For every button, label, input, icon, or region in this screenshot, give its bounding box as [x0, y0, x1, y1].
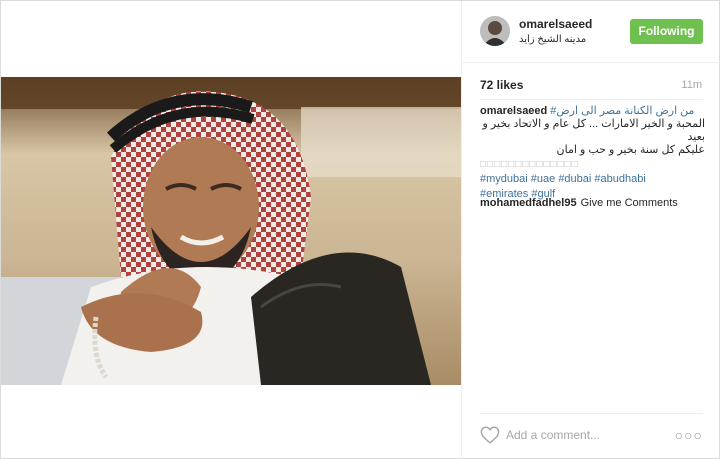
- avatar-image: [480, 16, 510, 46]
- hashtag[interactable]: #uae: [531, 173, 555, 185]
- hashtag[interactable]: #mydubai: [480, 173, 528, 185]
- caption: omarelsaeed من ارض الكنانة مصر الى ارض# ا…: [480, 105, 705, 201]
- caption-emoji-boxes: □□□□□□□□□□□□□□: [480, 159, 579, 170]
- comment: mohamedfadhel95 Give me Comments: [480, 197, 678, 209]
- divider: [480, 99, 703, 100]
- caption-line-1[interactable]: من ارض الكنانة مصر الى ارض#: [550, 105, 694, 117]
- avatar[interactable]: [480, 16, 510, 46]
- hashtags-line-1: #mydubai #uae #dubai #abudhabi: [480, 173, 705, 186]
- header-username[interactable]: omarelsaeed: [519, 17, 592, 31]
- photo-illustration: [1, 77, 461, 385]
- caption-line-2: المحبة و الخير الامارات ... كل عام و الا…: [482, 118, 705, 143]
- post-frame: omarelsaeed مدينه الشيخ زايد Following 7…: [0, 0, 720, 459]
- post-photo[interactable]: [1, 77, 461, 385]
- post-sidebar: omarelsaeed مدينه الشيخ زايد Following 7…: [461, 1, 720, 459]
- add-comment-input[interactable]: Add a comment...: [506, 428, 600, 442]
- caption-first-line: omarelsaeed من ارض الكنانة مصر الى ارض#: [480, 105, 705, 118]
- more-options-icon[interactable]: ○○○: [675, 427, 703, 443]
- following-button[interactable]: Following: [630, 19, 703, 44]
- caption-line-3: عليكم كل سنة بخير و حب و امان: [556, 144, 705, 156]
- post-header: omarelsaeed مدينه الشيخ زايد Following: [462, 1, 720, 63]
- comment-username[interactable]: mohamedfadhel95: [480, 197, 577, 209]
- hashtag[interactable]: #dubai: [558, 173, 591, 185]
- hashtag[interactable]: #abudhabi: [594, 173, 645, 185]
- timestamp[interactable]: 11m: [681, 79, 702, 91]
- post-footer: Add a comment... ○○○: [480, 413, 703, 457]
- caption-username[interactable]: omarelsaeed: [480, 105, 547, 117]
- comment-text: Give me Comments: [580, 197, 678, 209]
- location-link[interactable]: مدينه الشيخ زايد: [519, 34, 586, 45]
- likes-count[interactable]: 72 likes: [480, 78, 523, 92]
- heart-icon[interactable]: [480, 426, 500, 444]
